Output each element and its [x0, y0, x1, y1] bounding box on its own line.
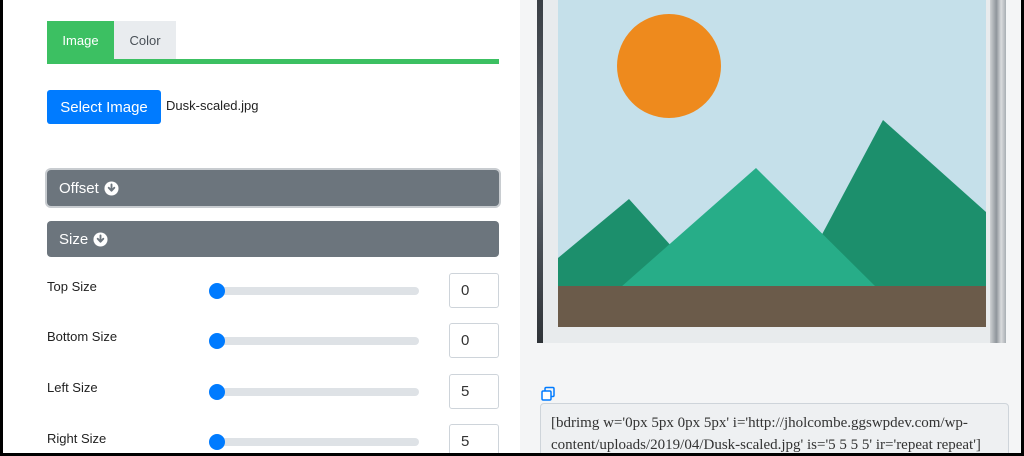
preview-panel: [bdrimg w='0px 5px 0px 5px' i='http://jh… [520, 0, 1021, 453]
arrow-circle-down-icon [93, 231, 108, 247]
slider-thumb[interactable] [209, 283, 225, 299]
app-frame: Image Color Select Image Dusk-scaled.jpg… [3, 0, 1021, 453]
sun [617, 14, 721, 118]
right-size-input[interactable] [449, 424, 499, 453]
preview-border-left [537, 0, 543, 343]
right-size-label: Right Size [47, 431, 107, 446]
slider-track [209, 337, 419, 345]
left-size-slider[interactable] [209, 382, 419, 402]
select-image-button[interactable]: Select Image [47, 90, 161, 124]
slider-thumb[interactable] [209, 333, 225, 349]
left-size-input[interactable] [449, 374, 499, 409]
shortcode-output[interactable]: [bdrimg w='0px 5px 0px 5px' i='http://jh… [540, 403, 1009, 453]
slider-track [209, 388, 419, 396]
selected-filename: Dusk-scaled.jpg [166, 98, 259, 113]
slider-track [209, 438, 419, 446]
settings-panel: Image Color Select Image Dusk-scaled.jpg… [3, 0, 520, 453]
tab-underline [47, 59, 499, 64]
top-size-label: Top Size [47, 279, 97, 294]
size-accordion-toggle[interactable]: Size [47, 221, 499, 257]
offset-accordion-toggle[interactable]: Offset [47, 170, 499, 206]
offset-accordion-label: Offset [59, 179, 99, 197]
bottom-size-slider[interactable] [209, 331, 419, 351]
size-accordion-label: Size [59, 230, 89, 248]
slider-thumb[interactable] [209, 434, 225, 450]
top-size-input[interactable] [449, 273, 499, 308]
slider-thumb[interactable] [209, 384, 225, 400]
copy-icon[interactable] [540, 386, 556, 402]
slider-track [209, 287, 419, 295]
preview-border-right [990, 0, 1006, 343]
bottom-size-label: Bottom Size [47, 329, 118, 344]
tab-color[interactable]: Color [114, 21, 176, 59]
preview-image [558, 0, 986, 327]
ground [558, 286, 986, 327]
top-size-slider[interactable] [209, 281, 419, 301]
right-size-slider[interactable] [209, 432, 419, 452]
left-size-label: Left Size [47, 380, 98, 395]
bottom-size-input[interactable] [449, 323, 499, 358]
tab-image[interactable]: Image [47, 21, 114, 59]
source-tabs: Image Color [47, 21, 499, 64]
arrow-circle-down-icon [104, 180, 119, 196]
